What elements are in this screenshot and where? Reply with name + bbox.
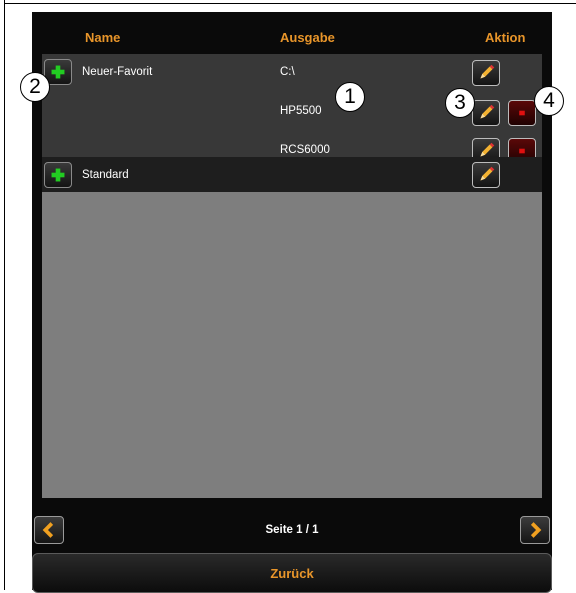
pencil-icon <box>480 104 495 119</box>
edit-button[interactable] <box>472 60 500 86</box>
next-page-button[interactable] <box>520 516 550 544</box>
callout-marker: 3 <box>445 88 475 118</box>
plus-icon <box>51 168 65 182</box>
table-row: Standard <box>42 157 542 192</box>
favorite-name: Standard <box>82 169 129 181</box>
page-indicator: Seite 1 / 1 <box>265 524 319 536</box>
column-header-action: Aktion <box>485 30 526 45</box>
minus-icon <box>519 110 525 116</box>
chevron-right-icon <box>530 522 542 538</box>
edit-button[interactable] <box>472 100 500 126</box>
favorite-name: Neuer-Favorit <box>82 66 153 78</box>
output-item: HP5500 <box>280 105 322 117</box>
frame-top-border <box>4 3 576 4</box>
callout-marker: 4 <box>534 86 564 116</box>
frame-left-border <box>4 0 5 590</box>
output-item: RCS6000 <box>280 144 330 156</box>
pagination-bar: Seite 1 / 1 <box>32 516 552 548</box>
back-button-label: Zurück <box>270 566 314 581</box>
pencil-icon <box>480 64 495 79</box>
table-header: Name Ausgabe Aktion <box>32 12 552 54</box>
delete-button[interactable] <box>508 100 536 126</box>
callout-marker: 1 <box>335 82 365 112</box>
add-output-button[interactable] <box>44 162 72 188</box>
pencil-icon <box>480 166 495 181</box>
callout-marker: 2 <box>20 72 50 102</box>
back-button[interactable]: Zurück <box>32 553 552 593</box>
empty-list-area <box>42 192 542 498</box>
edit-button[interactable] <box>472 162 500 188</box>
output-item: C:\ <box>280 66 295 78</box>
column-header-name: Name <box>85 30 121 45</box>
column-header-output: Ausgabe <box>280 30 335 45</box>
